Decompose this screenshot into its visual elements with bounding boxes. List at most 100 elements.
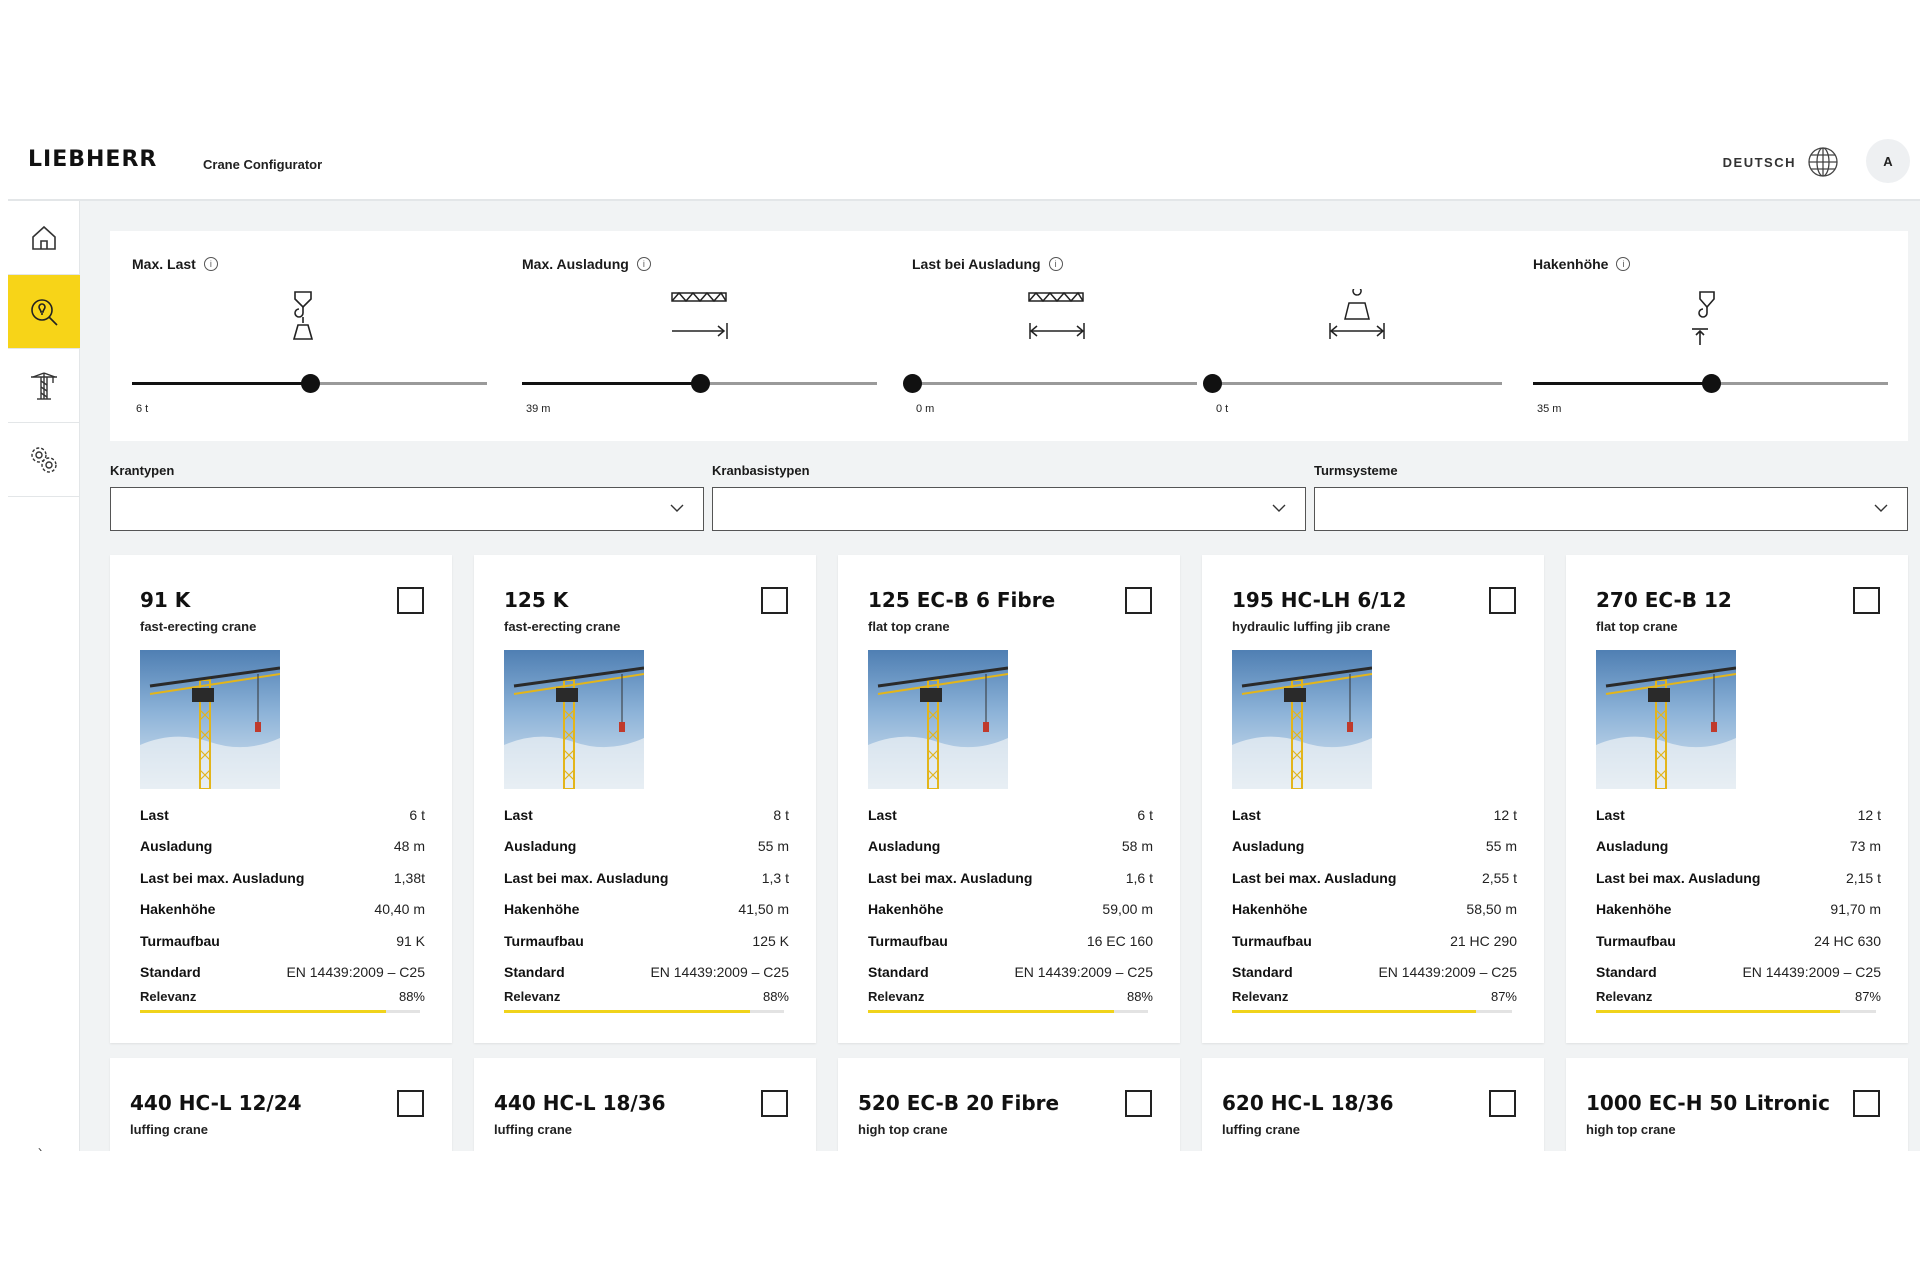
slider-label: Max. Ausladung: [522, 256, 629, 272]
compare-checkbox[interactable]: [397, 1090, 424, 1117]
relevance-value: 88%: [398, 989, 425, 1004]
slider-thumb[interactable]: [903, 374, 922, 393]
gears-icon: [31, 446, 57, 473]
page-bottom: [0, 1151, 1920, 1280]
sidebar-item-cranes[interactable]: [8, 349, 80, 423]
crane-card[interactable]: 440 HC-L 18/36 luffing crane: [474, 1058, 816, 1151]
compare-checkbox[interactable]: [1489, 1090, 1516, 1117]
spec-label: Ausladung: [1596, 838, 1669, 855]
crane-card[interactable]: 270 EC-B 12 flat top crane Last 12 t Ausl…: [1566, 555, 1908, 1043]
relevance-fill: [504, 1010, 751, 1013]
spec-row: Standard EN 14439:2009 – C25: [504, 957, 789, 989]
slider-thumb[interactable]: [300, 374, 320, 393]
spec-row: Last bei max. Ausladung 1,6 t: [868, 862, 1153, 894]
spec-label: Last bei max. Ausladung: [140, 869, 305, 886]
spec-row: Hakenhöhe 59,00 m: [868, 894, 1153, 926]
sidebar: ›: [8, 201, 80, 1157]
spec-value: 58,50 m: [1466, 901, 1517, 918]
compare-checkbox[interactable]: [761, 587, 788, 614]
info-icon[interactable]: i: [636, 257, 651, 271]
spec-label: Hakenhöhe: [504, 901, 580, 918]
spec-row: Turmaufbau 16 EC 160: [868, 925, 1153, 957]
liebherr-logo[interactable]: LIEBHERR: [28, 147, 157, 172]
spec-value: 48 m: [393, 838, 425, 855]
slider-fill: [132, 382, 310, 385]
spec-value: 91,70 m: [1830, 901, 1881, 918]
crane-name: 195 HC-LH 6/12: [1232, 588, 1407, 612]
compare-checkbox[interactable]: [761, 1090, 788, 1117]
crane-name: 125 EC-B 6 Fibre: [868, 588, 1056, 612]
spec-label: Hakenhöhe: [868, 901, 944, 918]
crane-name: 1000 EC-H 50 Litronic: [1586, 1091, 1830, 1115]
crane-type: hydraulic luffing jib crane: [1232, 619, 1391, 634]
crane-card[interactable]: 440 HC-L 12/24 luffing crane: [110, 1058, 452, 1151]
crane-photo: [1232, 650, 1372, 789]
spec-value: 58 m: [1121, 838, 1153, 855]
spec-label: Turmaufbau: [1232, 932, 1312, 949]
relevance-bar: [140, 1010, 420, 1013]
crane-card[interactable]: 620 HC-L 18/36 luffing crane: [1202, 1058, 1544, 1151]
sidebar-item-search[interactable]: [8, 275, 80, 349]
user-avatar[interactable]: A: [1866, 139, 1910, 183]
spec-value: 1,6 t: [1125, 869, 1153, 886]
info-icon[interactable]: i: [1616, 257, 1631, 271]
kranbasistypen-select[interactable]: [712, 487, 1306, 531]
crane-icon: [31, 371, 57, 400]
spec-label: Turmaufbau: [140, 932, 220, 949]
language-label[interactable]: DEUTSCH: [1723, 155, 1796, 170]
spec-label: Hakenhöhe: [1596, 901, 1672, 918]
compare-checkbox[interactable]: [1853, 587, 1880, 614]
info-icon[interactable]: i: [203, 257, 218, 271]
slider-value-left: 0 m: [916, 403, 935, 415]
sidebar-item-home[interactable]: [8, 201, 80, 275]
spec-value: 24 HC 630: [1814, 932, 1881, 949]
crane-card[interactable]: 195 HC-LH 6/12 hydraulic luffing jib cra…: [1202, 555, 1544, 1043]
krantypen-select[interactable]: [110, 487, 704, 531]
crane-name: 440 HC-L 12/24: [130, 1091, 302, 1115]
relevance-label: Relevanz: [1232, 989, 1289, 1004]
app-title: Crane Configurator: [203, 157, 323, 172]
slider-thumb[interactable]: [690, 374, 710, 393]
sidebar-item-settings[interactable]: [8, 423, 80, 497]
crane-specs: Last 6 t Ausladung 58 m Last bei max. Ausl…: [868, 799, 1153, 988]
crane-card[interactable]: 125 EC-B 6 Fibre flat top crane Last 6 t …: [838, 555, 1180, 1043]
spec-value: 55 m: [1485, 838, 1517, 855]
slider-fill: [1533, 382, 1711, 385]
compare-checkbox[interactable]: [1125, 1090, 1152, 1117]
crane-type: luffing crane: [1222, 1122, 1301, 1137]
spec-value: EN 14439:2009 – C25: [286, 964, 425, 981]
slider-thumb[interactable]: [1701, 374, 1721, 393]
filter-kranbasistypen: Kranbasistypen: [712, 463, 1306, 531]
spec-label: Last bei max. Ausladung: [1596, 869, 1761, 886]
language-switcher[interactable]: DEUTSCH: [1723, 145, 1840, 179]
spec-row: Ausladung 48 m: [140, 831, 425, 863]
compare-checkbox[interactable]: [397, 587, 424, 614]
slider-value-right: 0 t: [1216, 403, 1229, 415]
filter-label: Turmsysteme: [1314, 463, 1398, 478]
crane-specs: Last 8 t Ausladung 55 m Last bei max. Ausl…: [504, 799, 789, 988]
slider-thumb[interactable]: [1203, 374, 1222, 393]
crane-card[interactable]: 520 EC-B 20 Fibre high top crane: [838, 1058, 1180, 1151]
spec-row: Last bei max. Ausladung 2,55 t: [1232, 862, 1517, 894]
spec-row: Hakenhöhe 91,70 m: [1596, 894, 1881, 926]
globe-icon[interactable]: [1806, 145, 1840, 179]
relevance: Relevanz 88%: [504, 989, 789, 1013]
relevance: Relevanz 87%: [1232, 989, 1517, 1013]
compare-checkbox[interactable]: [1853, 1090, 1880, 1117]
crane-card[interactable]: 125 K fast-erecting crane Last 8 t Auslad…: [474, 555, 816, 1043]
filter-label: Krantypen: [110, 463, 175, 478]
spec-label: Last: [1232, 806, 1261, 823]
search-bulb-icon: [31, 298, 58, 326]
spec-row: Turmaufbau 91 K: [140, 925, 425, 957]
spec-value: 59,00 m: [1102, 901, 1153, 918]
crane-type: luffing crane: [494, 1122, 573, 1137]
compare-checkbox[interactable]: [1489, 587, 1516, 614]
crane-card[interactable]: 1000 EC-H 50 Litronic high top crane: [1566, 1058, 1908, 1151]
compare-checkbox[interactable]: [1125, 587, 1152, 614]
info-icon[interactable]: i: [1048, 257, 1063, 271]
crane-card[interactable]: 91 K fast-erecting crane Last 6 t Ausladu…: [110, 555, 452, 1043]
spec-label: Ausladung: [504, 838, 577, 855]
spec-value: 41,50 m: [738, 901, 789, 918]
turmsysteme-select[interactable]: [1314, 487, 1908, 531]
crane-type: flat top crane: [1596, 619, 1678, 634]
